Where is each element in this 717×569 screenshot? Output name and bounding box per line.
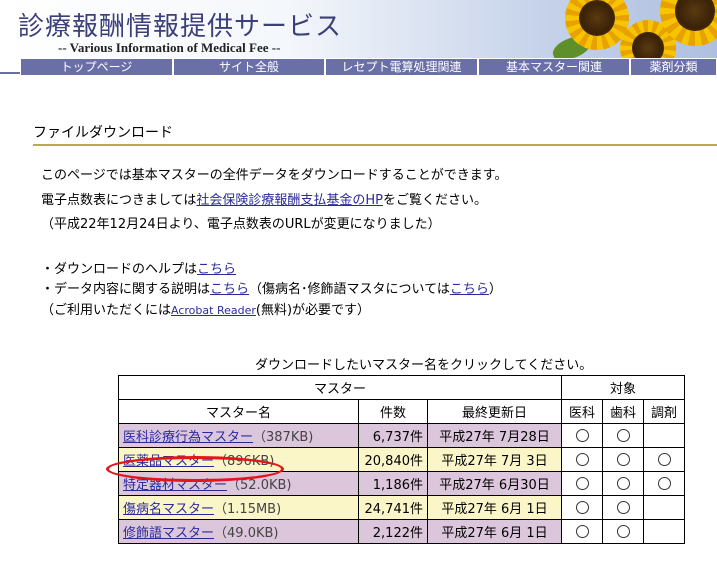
site-subtitle: -- Various Information of Medical Fee -- — [58, 40, 281, 55]
target-ika-cell — [561, 447, 603, 472]
help-line-2-pre: ・データ内容に関する説明は — [41, 282, 211, 297]
download-help-link[interactable]: こちら — [197, 262, 236, 277]
last-updated: 平成27年 7月28日 — [427, 423, 562, 448]
header-chozai: 調剤 — [643, 399, 685, 424]
target-shika-cell — [602, 519, 644, 544]
site-title: 診療報酬情報提供サービス — [18, 12, 343, 42]
target-ika-cell — [561, 423, 603, 448]
target-chozai-cell — [643, 447, 685, 472]
header-target-group: 対象 — [561, 375, 685, 400]
nav-drug-class[interactable]: 薬剤分類 — [630, 58, 717, 76]
data-description-link[interactable]: こちら — [210, 282, 249, 297]
circle-mark-icon — [616, 453, 630, 466]
target-shika-cell — [602, 447, 644, 472]
file-size: （1.15MB) — [214, 502, 282, 517]
nav-receipt[interactable]: レセプト電算処理関連 — [325, 58, 478, 76]
circle-mark-icon — [616, 477, 630, 490]
table-caption: ダウンロードしたいマスター名をクリックしてください。 — [255, 358, 593, 373]
circle-mark-icon — [575, 429, 589, 442]
help-line-1-pre: ・ダウンロードのヘルプは — [41, 262, 198, 277]
file-size: （387KB) — [253, 430, 314, 445]
highlight-circle — [106, 456, 284, 482]
master-name-cell: 修飾語マスター（49.0KB) — [118, 519, 359, 544]
intro-line-1: このページでは基本マスターの全件データをダウンロードすることができます。 — [41, 168, 508, 183]
help-line-3: （ご利用いただくにはAcrobat Reader(無料)が必要です） — [41, 299, 370, 318]
target-ika-cell — [561, 471, 603, 496]
table-row: 傷病名マスター（1.15MB) 24,741件 平成27年 6月 1日 — [118, 495, 685, 520]
global-nav: トップページ サイト全般 レセプト電算処理関連 基本マスター関連 薬剤分類 — [20, 58, 717, 76]
intro-line-3: （平成22年12月24日より、電子点数表のURLが変更になりました） — [41, 217, 441, 232]
circle-mark-icon — [575, 453, 589, 466]
nav-top[interactable]: トップページ — [20, 58, 173, 76]
record-count: 24,741件 — [358, 495, 428, 520]
target-ika-cell — [561, 495, 603, 520]
disease-modifier-description-link[interactable]: こちら — [450, 282, 489, 297]
circle-mark-icon — [657, 453, 671, 466]
master-name-cell: 医科診療行為マスター（387KB) — [118, 423, 359, 448]
target-shika-cell — [602, 471, 644, 496]
title-rule — [33, 144, 717, 146]
file-size: （49.0KB) — [214, 526, 279, 541]
help-line-2-mid: （傷病名･修飾語マスタについては — [249, 282, 450, 297]
header-master-name: マスター名 — [118, 399, 359, 424]
site-header: 診療報酬情報提供サービス -- Various Information of M… — [0, 0, 717, 58]
header-shika: 歯科 — [602, 399, 644, 424]
intro-line-2-pre: 電子点数表につきましては — [41, 193, 197, 208]
last-updated: 平成27年 6月 1日 — [427, 495, 562, 520]
record-count: 2,122件 — [358, 519, 428, 544]
record-count: 6,737件 — [358, 423, 428, 448]
intro-line-2-post: をご覧ください。 — [382, 193, 487, 208]
record-count: 1,186件 — [358, 471, 428, 496]
master-name-cell: 傷病名マスター（1.15MB) — [118, 495, 359, 520]
target-chozai-cell — [643, 423, 685, 448]
target-chozai-cell — [643, 519, 685, 544]
circle-mark-icon — [616, 525, 630, 538]
table-row: 修飾語マスター（49.0KB) 2,122件 平成27年 6月 1日 — [118, 519, 685, 544]
circle-mark-icon — [575, 501, 589, 514]
circle-mark-icon — [575, 477, 589, 490]
last-updated: 平成27年 6月 1日 — [427, 519, 562, 544]
master-download-link[interactable]: 医科診療行為マスター — [123, 430, 253, 445]
header-ika: 医科 — [561, 399, 603, 424]
help-line-3-pre: （ご利用いただくには — [41, 303, 172, 318]
header-master-group: マスター — [118, 375, 562, 400]
nav-site[interactable]: サイト全般 — [173, 58, 325, 76]
last-updated: 平成27年 7月 3日 — [427, 447, 562, 472]
target-shika-cell — [602, 423, 644, 448]
target-chozai-cell — [643, 471, 685, 496]
help-line-3-post: (無料)が必要です） — [255, 303, 371, 318]
target-ika-cell — [561, 519, 603, 544]
master-download-link[interactable]: 傷病名マスター — [123, 502, 214, 517]
page-title: ファイルダウンロード — [33, 125, 173, 141]
help-line-1: ・ダウンロードのヘルプはこちら — [41, 258, 236, 277]
circle-mark-icon — [657, 477, 671, 490]
circle-mark-icon — [616, 501, 630, 514]
circle-mark-icon — [575, 525, 589, 538]
header-count: 件数 — [358, 399, 428, 424]
circle-mark-icon — [616, 429, 630, 442]
intro-line-2: 電子点数表につきましては社会保険診療報酬支払基金のHPをご覧ください。 — [41, 189, 487, 208]
target-shika-cell — [602, 495, 644, 520]
nav-basic-master[interactable]: 基本マスター関連 — [478, 58, 630, 76]
acrobat-reader-link[interactable]: Acrobat Reader — [171, 304, 256, 317]
help-line-2: ・データ内容に関する説明はこちら（傷病名･修飾語マスタについてはこちら） — [41, 278, 502, 297]
shiharai-kikin-link[interactable]: 社会保険診療報酬支払基金のHP — [196, 193, 383, 208]
target-chozai-cell — [643, 495, 685, 520]
master-download-link[interactable]: 修飾語マスター — [123, 526, 214, 541]
record-count: 20,840件 — [358, 447, 428, 472]
table-row: 医科診療行為マスター（387KB) 6,737件 平成27年 7月28日 — [118, 423, 685, 448]
help-line-2-post: ） — [488, 282, 502, 297]
nav-rule — [0, 72, 20, 74]
last-updated: 平成27年 6月30日 — [427, 471, 562, 496]
header-last-updated: 最終更新日 — [427, 399, 562, 424]
